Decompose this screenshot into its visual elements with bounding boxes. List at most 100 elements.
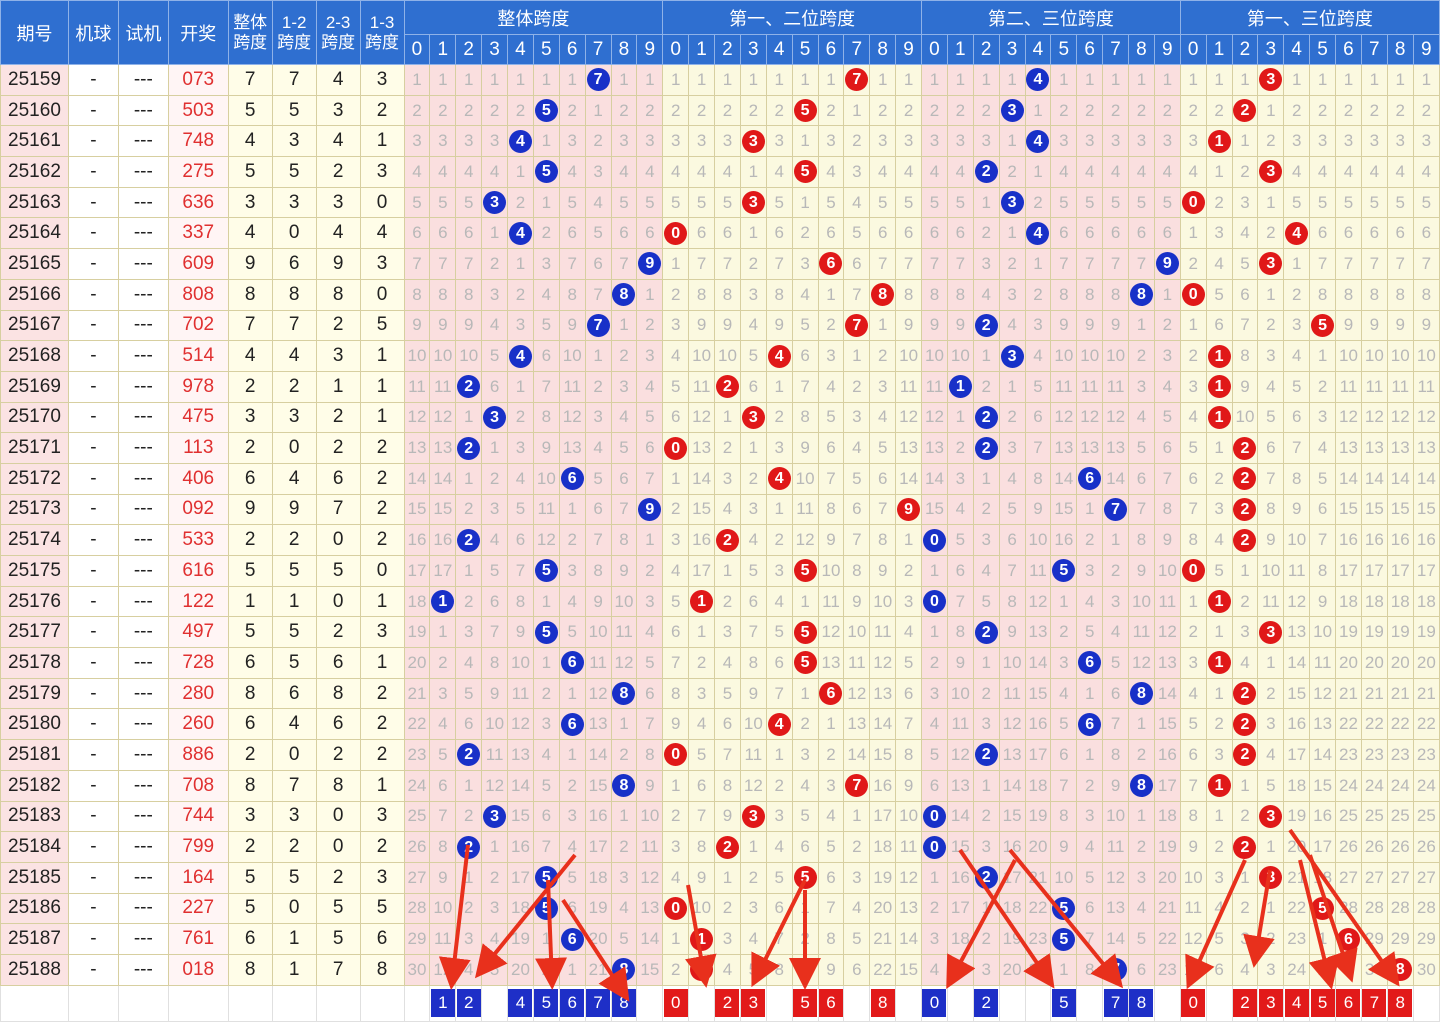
miss-count-cell: 3	[921, 923, 948, 955]
miss-count-cell: 19	[507, 923, 534, 955]
miss-count-cell: 1	[688, 616, 716, 649]
miss-count-cell: 16	[1283, 708, 1311, 741]
test-ball-cell: ---	[117, 585, 169, 618]
hit-ball: 1	[1205, 401, 1233, 434]
miss-count-cell: 9	[765, 309, 793, 342]
miss-count-cell: 9	[688, 861, 716, 894]
ball-marker: 2	[457, 528, 481, 552]
miss-count-cell: 11	[429, 923, 457, 955]
span-value-cell: 5	[227, 156, 273, 188]
miss-count-cell: 1	[739, 156, 767, 188]
miss-count-cell: 3	[455, 923, 483, 955]
miss-count-cell: 12	[1024, 585, 1052, 618]
miss-count-cell: 2	[1257, 677, 1285, 710]
ball-marker: 5	[793, 160, 817, 184]
miss-count-cell: 6	[1386, 217, 1414, 250]
miss-count-cell: 27	[1412, 861, 1440, 894]
miss-count-cell: 12	[636, 861, 664, 894]
miss-count-cell: 3	[481, 892, 509, 925]
miss-count-cell: 2	[1309, 94, 1337, 127]
miss-count-cell: 3	[843, 861, 871, 894]
miss-count-cell: 2	[1050, 94, 1078, 127]
issue-cell: 25173	[0, 493, 69, 526]
miss-count-cell: 5	[1283, 370, 1311, 403]
summary-empty	[1205, 984, 1233, 1022]
span-value-cell: 9	[227, 493, 273, 526]
miss-count-cell: 4	[1050, 677, 1078, 710]
span-value-cell: 2	[315, 739, 361, 771]
miss-count-cell: 1	[972, 340, 1000, 372]
miss-count-cell: 4	[610, 892, 638, 925]
miss-count-cell: 4	[714, 647, 741, 679]
miss-count-cell: 2	[869, 94, 897, 127]
miss-count-cell: 1	[1309, 340, 1337, 372]
miss-count-cell: 13	[946, 769, 974, 802]
draw-number-cell: 799	[167, 831, 229, 863]
miss-count-cell: 17	[946, 892, 974, 925]
miss-count-cell: 2	[843, 370, 871, 403]
ball-marker: 2	[1233, 712, 1257, 736]
miss-count-cell: 1	[765, 493, 793, 526]
miss-count-cell: 4	[636, 156, 664, 188]
hit-ball: 5	[791, 156, 819, 188]
miss-count-cell: 15	[1153, 708, 1181, 741]
hit-ball: 0	[662, 217, 690, 250]
miss-count-cell: 8	[1283, 462, 1311, 495]
miss-count-cell: 6	[481, 585, 509, 618]
summary-empty	[1024, 984, 1052, 1022]
summary-digit-label: 7	[1103, 989, 1128, 1018]
miss-count-cell: 3	[1128, 370, 1155, 403]
miss-count-cell: 12	[688, 401, 716, 434]
header-test-ball: 试机	[117, 0, 169, 65]
miss-count-cell: 5	[662, 585, 690, 618]
summary-digit-label: 0	[663, 989, 688, 1018]
ball-marker: 2	[1233, 682, 1257, 706]
miss-count-cell: 7	[688, 248, 716, 280]
miss-count-cell: 3	[869, 370, 897, 403]
miss-count-cell: 9	[714, 309, 741, 342]
miss-count-cell: 7	[532, 370, 560, 403]
miss-count-cell: 3	[869, 125, 897, 158]
miss-count-cell: 13	[895, 892, 923, 925]
hit-ball: 3	[1257, 616, 1285, 649]
miss-count-cell: 1	[1153, 64, 1181, 96]
issue-cell: 25176	[0, 585, 69, 618]
miss-count-cell: 17	[869, 800, 897, 833]
span-value-cell: 3	[315, 186, 361, 219]
miss-count-cell: 4	[1179, 401, 1207, 434]
span-value-cell: 6	[227, 647, 273, 679]
miss-count-cell: 1	[455, 401, 483, 434]
issue-cell: 25166	[0, 278, 69, 311]
miss-count-cell: 2	[1257, 309, 1285, 342]
machine-ball-cell: -	[67, 739, 119, 771]
summary-empty	[1076, 984, 1104, 1022]
miss-count-cell: 7	[791, 370, 819, 403]
miss-count-cell: 7	[765, 677, 793, 710]
miss-count-cell: 6	[765, 892, 793, 925]
miss-count-cell: 15	[429, 493, 457, 526]
miss-count-cell: 13	[636, 892, 664, 925]
miss-count-cell: 5	[455, 186, 483, 219]
miss-count-cell: 3	[972, 524, 1000, 556]
span-value-cell: 2	[271, 831, 317, 863]
miss-count-cell: 2	[558, 769, 586, 802]
miss-count-cell: 1	[481, 831, 509, 863]
miss-count-cell: 7	[1024, 432, 1052, 464]
hit-ball: 2	[972, 309, 1000, 342]
header-digit: 8	[1128, 34, 1155, 65]
miss-count-cell: 11	[1024, 555, 1052, 587]
span-value-cell: 8	[227, 278, 273, 311]
miss-count-cell: 7	[1102, 248, 1130, 280]
miss-count-cell: 3	[972, 125, 1000, 158]
miss-count-cell: 6	[1128, 217, 1155, 250]
machine-ball-cell: -	[67, 861, 119, 894]
miss-count-cell: 1	[998, 125, 1026, 158]
miss-count-cell: 15	[998, 800, 1026, 833]
header-digit: 9	[1412, 34, 1440, 65]
miss-count-cell: 7	[869, 493, 897, 526]
miss-count-cell: 1	[921, 616, 948, 649]
ball-marker: 6	[560, 467, 584, 491]
miss-count-cell: 12	[998, 708, 1026, 741]
miss-count-cell: 1	[662, 923, 690, 955]
miss-count-cell: 7	[1153, 462, 1181, 495]
